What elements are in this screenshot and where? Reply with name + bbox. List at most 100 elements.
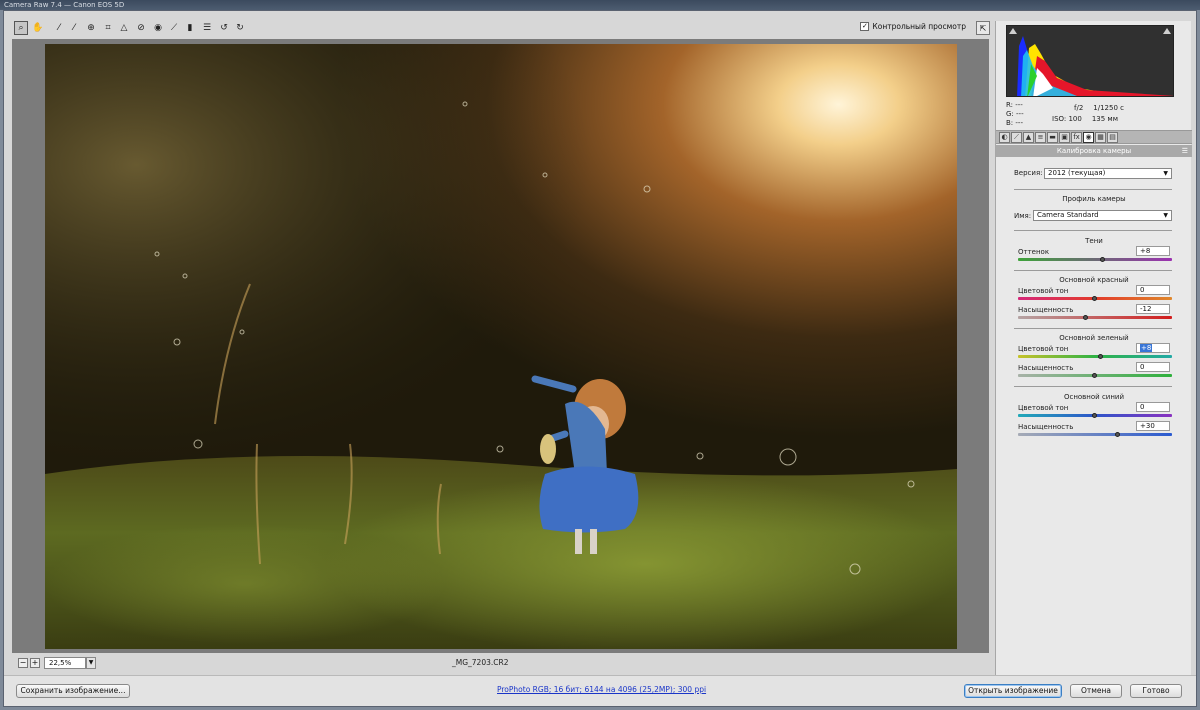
zoom-tool-icon[interactable]: ⌕ xyxy=(14,21,28,35)
panel-title-text: Калибровка камеры xyxy=(1056,147,1132,155)
green-primary-header: Основной зеленый xyxy=(1059,334,1129,342)
profile-name-select[interactable]: Camera Standard ▼ xyxy=(1033,210,1172,221)
effects-tab-icon[interactable]: fx xyxy=(1071,132,1082,143)
presets-tab-icon[interactable]: ▦ xyxy=(1095,132,1106,143)
shadows-tint-slider[interactable] xyxy=(1018,258,1172,261)
snapshots-tab-icon[interactable]: ▤ xyxy=(1107,132,1118,143)
panel-title: Калибровка камеры ☰ xyxy=(996,145,1192,157)
histogram-graph xyxy=(1017,36,1173,96)
done-button[interactable]: Готово xyxy=(1130,684,1182,698)
blue-primary-header: Основной синий xyxy=(1063,393,1125,401)
blue-saturation-thumb[interactable] xyxy=(1115,432,1121,437)
split-toning-tab-icon[interactable]: ▬ xyxy=(1047,132,1058,143)
camera-calibration-tab-icon[interactable]: ◉ xyxy=(1083,132,1094,143)
shadows-tint-value[interactable]: +8 xyxy=(1136,246,1170,256)
image-canvas xyxy=(12,39,989,653)
version-value: 2012 (текущая) xyxy=(1048,169,1106,177)
iso-value: ISO: 100 xyxy=(1052,115,1082,123)
open-preferences-icon[interactable]: ☰ xyxy=(200,21,214,35)
aperture-value: f/2 xyxy=(1074,104,1084,112)
zoom-dropdown-icon[interactable]: ▼ xyxy=(86,657,96,669)
rotate-cw-icon[interactable]: ↻ xyxy=(233,21,247,35)
window-title: Camera Raw 7.4 — Canon EOS 5D xyxy=(4,1,125,9)
green-hue-value[interactable]: +8 xyxy=(1136,343,1170,353)
zoom-out-button[interactable]: − xyxy=(18,658,28,668)
green-saturation-value[interactable]: 0 xyxy=(1136,362,1170,372)
histogram xyxy=(1006,25,1174,97)
rotate-ccw-icon[interactable]: ↺ xyxy=(217,21,231,35)
tone-curve-tab-icon[interactable]: ⟋ xyxy=(1011,132,1022,143)
blue-hue-thumb[interactable] xyxy=(1092,413,1097,418)
preview-image[interactable] xyxy=(45,44,957,649)
profile-name-label: Имя: xyxy=(1014,212,1032,220)
red-saturation-slider[interactable] xyxy=(1018,316,1172,319)
zoom-level-field[interactable]: 22,5% xyxy=(44,657,86,669)
hand-tool-icon[interactable]: ✋ xyxy=(31,21,45,35)
detail-tab-icon[interactable]: ▲ xyxy=(1023,132,1034,143)
red-eye-tool-icon[interactable]: ◉ xyxy=(151,21,165,35)
camera-raw-window: ⌕ ✋ ⁄ ⁄ ⊕ ⌗ △ ⊘ ◉ ⟋ ▮ ☰ ↺ ↻ ✓ Контрольны… xyxy=(3,10,1197,707)
preview-checkbox[interactable]: ✓ xyxy=(860,22,870,31)
red-hue-value[interactable]: 0 xyxy=(1136,285,1170,295)
divider xyxy=(1014,230,1172,231)
window-title-bar: Camera Raw 7.4 — Canon EOS 5D xyxy=(0,0,1200,10)
red-hue-thumb[interactable] xyxy=(1092,296,1097,301)
lens-corrections-tab-icon[interactable]: ▣ xyxy=(1059,132,1070,143)
blue-hue-value[interactable]: 0 xyxy=(1136,402,1170,412)
shadow-clipping-icon[interactable] xyxy=(1009,28,1017,34)
divider xyxy=(1014,386,1172,387)
version-select[interactable]: 2012 (текущая) ▼ xyxy=(1044,168,1172,179)
b-value: --- xyxy=(1015,119,1023,127)
preview-toggle[interactable]: ✓ Контрольный просмотр xyxy=(860,22,966,31)
shutter-value: 1/1250 с xyxy=(1093,104,1124,112)
straighten-tool-icon[interactable]: △ xyxy=(117,21,131,35)
photo-illustration xyxy=(45,44,957,649)
hsl-tab-icon[interactable]: ≡ xyxy=(1035,132,1046,143)
shadows-tint-thumb[interactable] xyxy=(1099,257,1105,262)
rgb-readout: R: --- G: --- B: --- xyxy=(1006,101,1024,128)
blue-saturation-value[interactable]: +30 xyxy=(1136,421,1170,431)
profile-name-value: Camera Standard xyxy=(1037,211,1099,219)
right-panel: R: --- G: --- B: --- f/2 1/1250 с ISO: 10… xyxy=(995,21,1192,675)
panel-menu-icon[interactable]: ☰ xyxy=(1182,145,1188,157)
file-name: _MG_7203.CR2 xyxy=(452,658,509,667)
g-value: --- xyxy=(1016,110,1024,118)
exif-info: f/2 1/1250 с ISO: 100 135 мм xyxy=(1052,103,1124,125)
basic-tab-icon[interactable]: ◐ xyxy=(999,132,1010,143)
blue-saturation-slider[interactable] xyxy=(1018,433,1172,436)
green-saturation-label: Насыщенность xyxy=(1018,364,1074,372)
g-label: G: xyxy=(1006,110,1014,118)
green-hue-slider[interactable] xyxy=(1018,355,1172,358)
version-label: Версия: xyxy=(1014,169,1043,177)
targeted-adjustment-tool-icon[interactable]: ⊕ xyxy=(84,21,98,35)
divider xyxy=(1014,270,1172,271)
green-hue-thumb[interactable] xyxy=(1098,354,1104,359)
green-hue-label: Цветовой тон xyxy=(1018,345,1069,353)
b-label: B: xyxy=(1006,119,1014,127)
spot-removal-tool-icon[interactable]: ⊘ xyxy=(134,21,148,35)
adjustment-brush-icon[interactable]: ⟋ xyxy=(167,21,181,35)
highlight-clipping-icon[interactable] xyxy=(1163,28,1171,34)
bottom-bar: Сохранить изображение... ProPhoto RGB; 1… xyxy=(4,675,1196,706)
red-primary-header: Основной красный xyxy=(1059,276,1129,284)
workflow-options-link[interactable]: ProPhoto RGB; 16 бит; 6144 на 4096 (25,2… xyxy=(497,685,706,694)
white-balance-tool-icon[interactable]: ⁄ xyxy=(52,21,66,35)
red-saturation-value[interactable]: -12 xyxy=(1136,304,1170,314)
shadows-header: Тени xyxy=(1085,237,1103,245)
preview-label: Контрольный просмотр xyxy=(872,22,966,31)
blue-hue-label: Цветовой тон xyxy=(1018,404,1069,412)
open-image-button[interactable]: Открыть изображение xyxy=(964,684,1062,698)
crop-tool-icon[interactable]: ⌗ xyxy=(101,21,115,35)
color-sampler-tool-icon[interactable]: ⁄ xyxy=(67,21,81,35)
zoom-in-button[interactable]: + xyxy=(30,658,40,668)
green-saturation-thumb[interactable] xyxy=(1092,373,1097,378)
chevron-down-icon: ▼ xyxy=(1163,170,1168,177)
panel-tabs: ◐ ⟋ ▲ ≡ ▬ ▣ fx ◉ ▦ ▤ xyxy=(996,130,1192,144)
cancel-button[interactable]: Отмена xyxy=(1070,684,1122,698)
graduated-filter-icon[interactable]: ▮ xyxy=(183,21,197,35)
divider xyxy=(1014,189,1172,190)
red-saturation-thumb[interactable] xyxy=(1082,315,1088,320)
save-image-button[interactable]: Сохранить изображение... xyxy=(16,684,130,698)
toolbar: ⌕ ✋ ⁄ ⁄ ⊕ ⌗ △ ⊘ ◉ ⟋ ▮ ☰ ↺ ↻ ✓ Контрольны… xyxy=(12,19,994,39)
fullscreen-icon[interactable]: ⇱ xyxy=(976,21,990,35)
